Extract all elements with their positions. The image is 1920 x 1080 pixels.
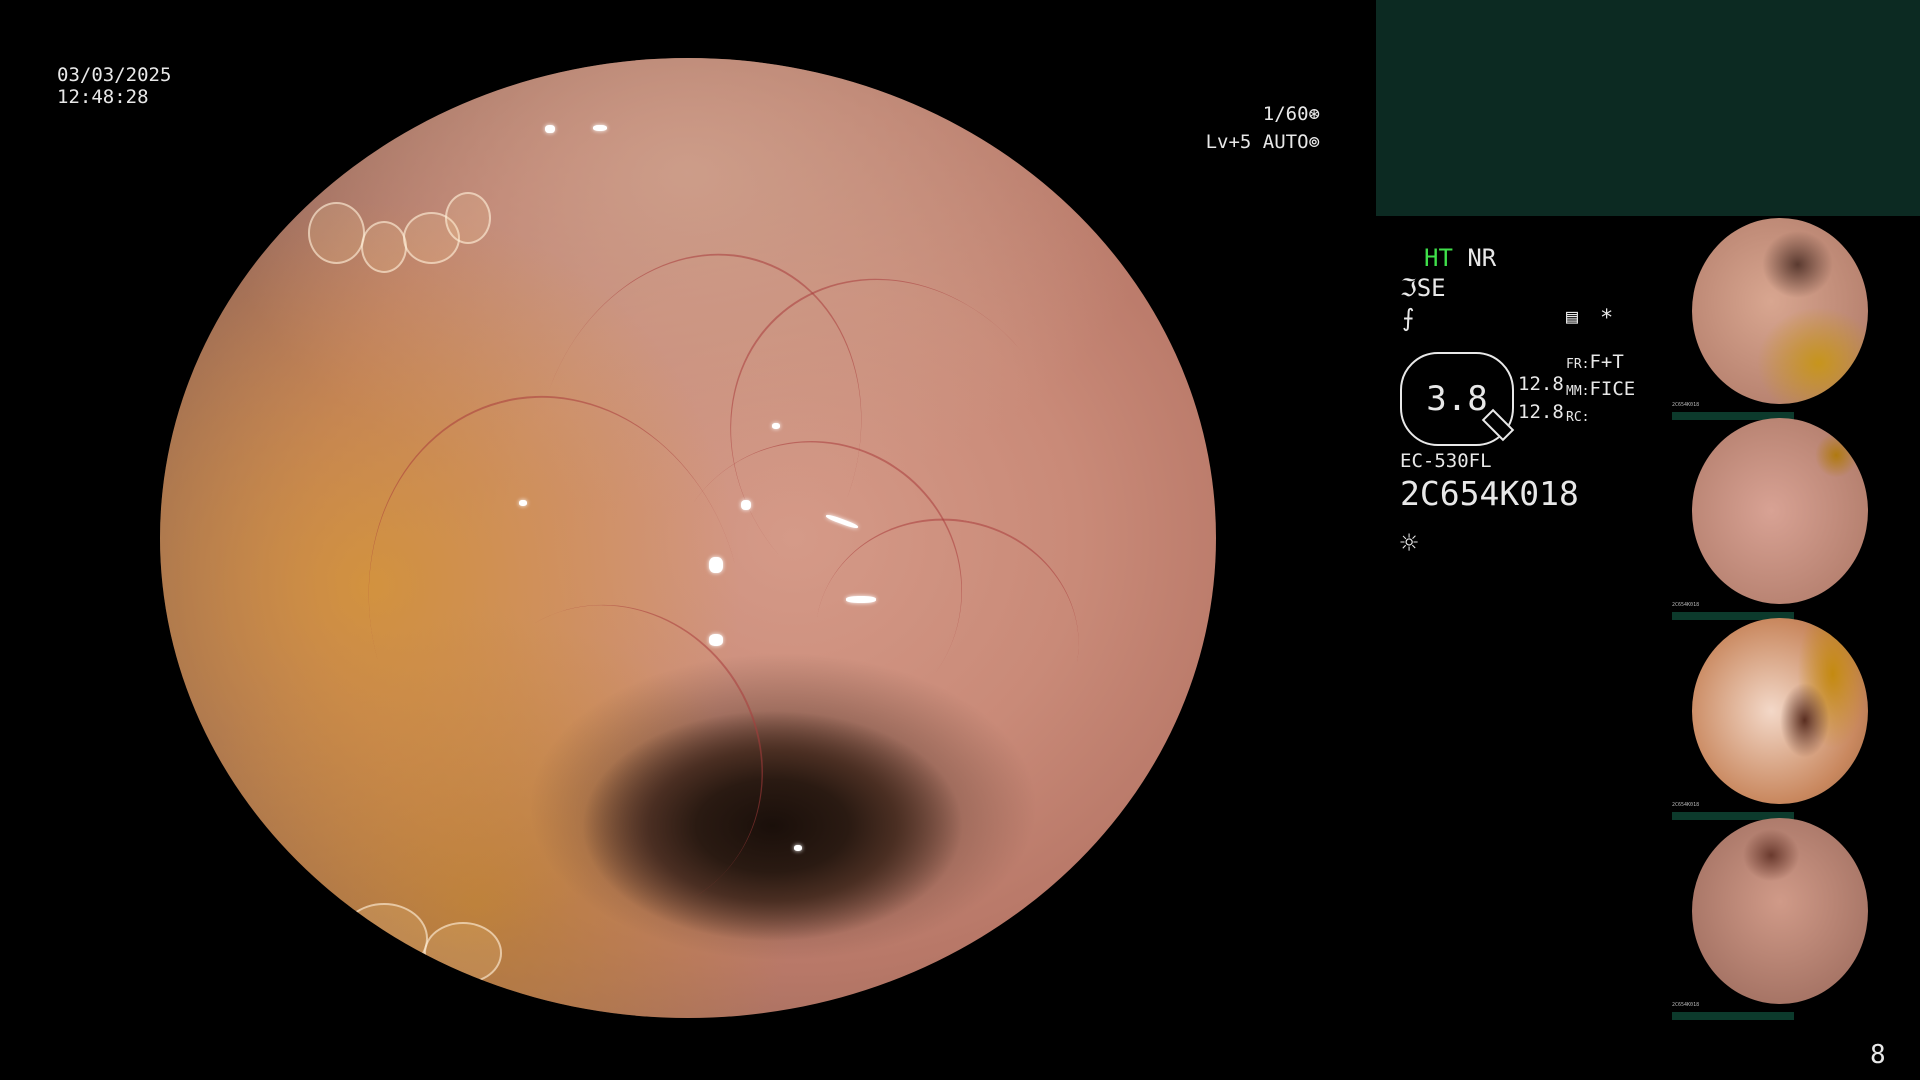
datetime-overlay: 03/03/2025 12:48:28 [57,64,171,108]
shutter-icon: ⊛ [1308,103,1320,125]
thumbnail-image [1692,618,1868,804]
se-indicator: SE [1416,274,1446,302]
light-icon: ☼ [1400,526,1419,561]
ht-indicator: HT [1424,244,1453,272]
se-status: ℑSE [1400,274,1446,302]
thumbnail-image [1692,418,1868,604]
zoom-value: 3.8 [1426,379,1488,419]
thumbnail-serial: 2C654K018 [1672,1002,1700,1008]
ht-nr-status: HT NR [1424,244,1496,272]
thumbnail-serial: 2C654K018 [1672,602,1700,608]
exposure-overlay: 1/60⊛ Lv+5 AUTO⊚ [1196,100,1320,156]
time-text: 12:48:28 [57,86,149,108]
enhance-icon: ⨍ [1402,304,1415,332]
zoom-badge: 3.8 [1400,352,1515,446]
shutter-text: 1/60 [1262,103,1309,125]
value-a: 12.8 [1518,373,1564,395]
record-panel [1376,0,1920,216]
level-text: Lv+5 AUTO [1205,131,1309,153]
fr-label: FR: [1566,357,1590,372]
thumbnail-serial: 2C654K018 [1672,402,1700,408]
asterisk-icon: * [1600,306,1614,331]
mm-label: MM: [1566,384,1590,399]
thumbnail-serial: 2C654K018 [1672,802,1700,808]
model-text: EC-530FL [1400,450,1492,472]
thumbnail-3[interactable]: 2C654K018 [1672,618,1916,820]
date-text: 03/03/2025 [57,64,172,86]
thumbnail-2[interactable]: 2C654K018 [1672,418,1916,620]
thumbnail-image [1692,818,1868,1004]
thumbnail-1[interactable]: 2C654K018 [1672,218,1916,420]
value-b: 12.8 [1518,401,1564,423]
page-number: 8 [1870,1040,1886,1070]
mm-value: FICE [1589,378,1636,400]
serial-text: 2C654K018 [1400,474,1579,513]
thumbnail-image [1692,218,1868,404]
scope-se-icon: ℑ [1400,274,1417,302]
settings-icon: ▤ [1566,304,1579,328]
thumbnail-4[interactable]: 2C654K018 [1672,818,1916,1020]
auto-iris-icon: ⊚ [1308,131,1320,153]
thumbnail-bar [1672,1012,1794,1020]
mode-info: FR:F+T MM:FICE RC: [1566,350,1635,430]
magnifier-icon [1481,408,1515,442]
rc-label: RC: [1566,410,1590,425]
nr-indicator: NR [1467,244,1497,272]
measure-values: 12.8 12.8 [1518,370,1564,426]
endoscope-main-view [160,58,1216,1018]
fr-value: F+T [1589,351,1624,373]
